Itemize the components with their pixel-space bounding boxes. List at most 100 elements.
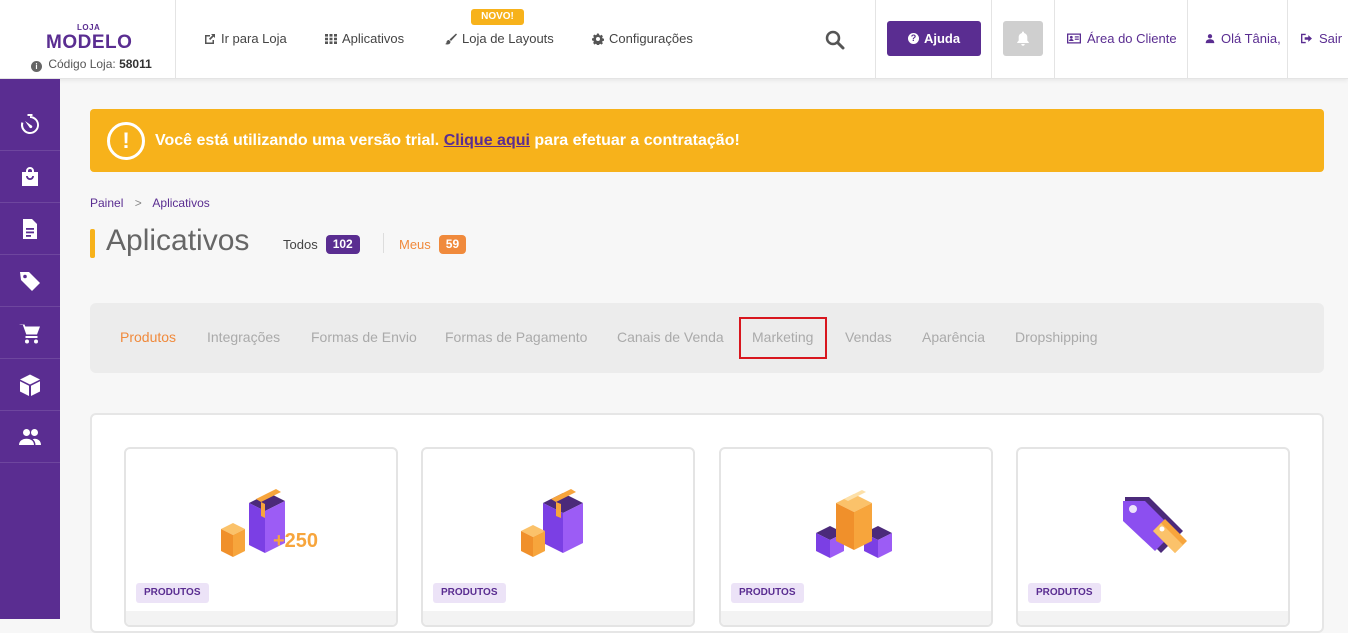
breadcrumb-current[interactable]: Aplicativos (152, 196, 209, 210)
sidebar-item-products[interactable] (0, 359, 60, 411)
help-button-label: Ajuda (923, 31, 961, 46)
app-card-image (721, 479, 991, 579)
tab-integracoes[interactable]: Integrações (207, 329, 280, 345)
tab-produtos[interactable]: Produtos (120, 329, 176, 345)
store-code: i Código Loja: 58011 (31, 57, 152, 72)
app-card-footer (721, 611, 991, 625)
client-area-link[interactable]: Área do Cliente (1067, 31, 1177, 46)
header-divider (875, 0, 876, 79)
gear-icon (592, 33, 604, 45)
help-button[interactable]: ? Ajuda (887, 21, 981, 56)
tab-highlight-box (739, 317, 827, 359)
search-icon[interactable] (825, 30, 845, 50)
box-stack-icon (816, 490, 892, 558)
grid-icon (325, 33, 337, 44)
nav-go-to-store-label: Ir para Loja (221, 31, 287, 46)
trial-link[interactable]: Clique aqui (444, 132, 530, 149)
user-icon (1205, 34, 1215, 44)
category-tabs: Produtos Integrações Formas de Envio For… (90, 303, 1324, 373)
app-card-footer (1018, 611, 1288, 625)
bag-icon (22, 166, 38, 186)
tab-formas-de-pagamento[interactable]: Formas de Pagamento (445, 329, 587, 345)
app-card[interactable]: PRODUTOS (421, 447, 695, 627)
new-badge: NOVO! (471, 9, 524, 25)
logo-area[interactable]: LOJA MODELO i Código Loja: 58011 (0, 0, 176, 79)
user-menu[interactable]: Olá Tânia, (1205, 31, 1281, 46)
trial-text-before: Você está utilizando uma versão trial. (155, 131, 440, 149)
store-code-value: 58011 (119, 57, 152, 71)
external-link-icon (205, 33, 215, 44)
app-card-category: PRODUTOS (731, 583, 804, 603)
sidebar-item-cart[interactable] (0, 307, 60, 359)
app-card-category: PRODUTOS (433, 583, 506, 603)
trial-banner: ! Você está utilizando uma versão trial.… (90, 109, 1324, 172)
app-card[interactable]: PRODUTOS (719, 447, 993, 627)
header-divider (1187, 0, 1188, 79)
boxes-icon (521, 489, 583, 557)
users-icon (19, 428, 41, 445)
tab-vendas[interactable]: Vendas (845, 329, 892, 345)
nav-go-to-store[interactable]: Ir para Loja (204, 31, 287, 46)
tab-canais-de-venda[interactable]: Canais de Venda (617, 329, 724, 345)
app-card-category: PRODUTOS (1028, 583, 1101, 603)
header-divider (1054, 0, 1055, 79)
sidebar (0, 79, 60, 619)
app-card-image (1018, 479, 1288, 579)
sign-out-icon (1301, 33, 1312, 44)
notifications-button[interactable] (1003, 21, 1043, 56)
price-tag-icon (1123, 497, 1187, 553)
app-card-footer (423, 611, 693, 625)
nav-settings-label: Configurações (609, 31, 693, 46)
filter-all-label: Todos (283, 237, 318, 252)
app-card-footer (126, 611, 396, 625)
breadcrumb-separator: > (134, 196, 142, 210)
filter-all-count: 102 (325, 235, 360, 254)
filter-divider (383, 233, 384, 253)
boxes-plus-icon: +250 (221, 489, 318, 557)
filter-mine-label: Meus (399, 237, 431, 252)
app-card-image: +250 (126, 479, 396, 579)
sidebar-item-dashboard[interactable] (0, 99, 60, 151)
cart-icon (19, 323, 40, 343)
client-area-label: Área do Cliente (1087, 31, 1177, 46)
app-card-category: PRODUTOS (136, 583, 209, 603)
app-card[interactable]: +250 PRODUTOS (124, 447, 398, 627)
sidebar-item-promotions[interactable] (0, 255, 60, 307)
logout-link[interactable]: Sair (1301, 31, 1342, 46)
filter-mine[interactable]: Meus 59 (399, 235, 467, 254)
filter-mine-count: 59 (438, 235, 467, 254)
top-header: LOJA MODELO i Código Loja: 58011 Ir para… (0, 0, 1348, 79)
id-card-icon (1067, 33, 1081, 44)
sidebar-item-orders[interactable] (0, 151, 60, 203)
user-greeting: Olá Tânia, (1221, 31, 1281, 46)
question-icon: ? (907, 33, 919, 44)
title-accent-bar (90, 229, 95, 258)
sidebar-item-customers[interactable] (0, 411, 60, 463)
logout-label: Sair (1319, 31, 1343, 46)
nav-apps[interactable]: Aplicativos (325, 31, 404, 46)
tag-icon (20, 271, 40, 291)
nav-apps-label: Aplicativos (342, 31, 405, 46)
nav-layout-store-label: Loja de Layouts (462, 31, 554, 46)
tab-aparencia[interactable]: Aparência (922, 329, 985, 345)
sidebar-item-pages[interactable] (0, 203, 60, 255)
document-icon (23, 218, 37, 239)
header-divider (991, 0, 992, 79)
nav-settings[interactable]: Configurações (592, 31, 693, 46)
info-icon: i (31, 61, 42, 72)
filter-all[interactable]: Todos 102 (283, 235, 360, 254)
bell-icon (1017, 31, 1029, 46)
page-title: Aplicativos (106, 224, 250, 257)
store-code-label: Código Loja: (48, 57, 116, 71)
app-card[interactable]: PRODUTOS (1016, 447, 1290, 627)
breadcrumb-home[interactable]: Painel (90, 196, 123, 210)
tab-dropshipping[interactable]: Dropshipping (1015, 329, 1098, 345)
nav-layout-store[interactable]: Loja de Layouts (445, 31, 554, 46)
breadcrumb: Painel > Aplicativos (90, 196, 210, 210)
brush-icon (445, 33, 457, 44)
app-card-image-text: +250 (273, 530, 318, 552)
trial-message: Você está utilizando uma versão trial. C… (155, 132, 740, 150)
exclamation-icon: ! (107, 121, 145, 160)
tab-formas-de-envio[interactable]: Formas de Envio (311, 329, 417, 345)
dashboard-icon (20, 113, 39, 134)
